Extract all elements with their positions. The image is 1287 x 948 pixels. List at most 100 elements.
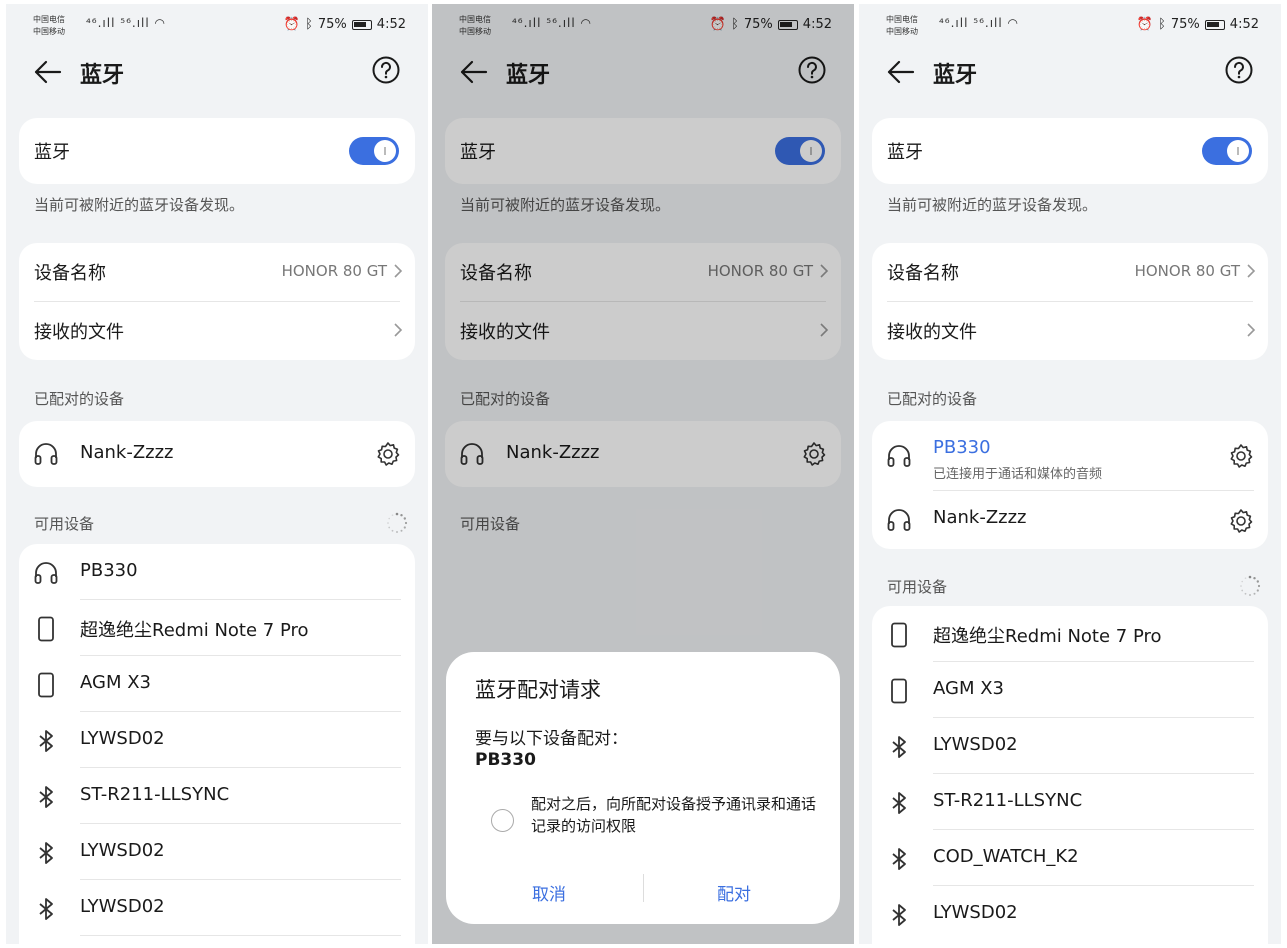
bluetooth-icon bbox=[886, 790, 912, 816]
loading-spinner-icon bbox=[1239, 575, 1261, 597]
carrier-labels: 中国电信 中国移动 bbox=[886, 14, 918, 38]
device-name-label: 设备名称 bbox=[887, 263, 959, 284]
chevron-right-icon bbox=[393, 322, 403, 338]
available-device-row[interactable]: LYWSD02 bbox=[872, 886, 1268, 942]
available-device-row[interactable]: LYWSD02 bbox=[872, 718, 1268, 774]
carrier-2: 中国移动 bbox=[33, 27, 65, 36]
available-device-row[interactable]: AGM X3 bbox=[872, 662, 1268, 718]
bluetooth-icon bbox=[886, 902, 912, 928]
device-name: ST-R211-LLSYNC bbox=[933, 790, 1083, 811]
top-bar: 蓝牙 bbox=[6, 52, 428, 92]
signal-icons: ⁴⁶.ıll ⁵⁶.ıll ◠ bbox=[939, 16, 1019, 30]
clock: 4:52 bbox=[1229, 17, 1259, 32]
device-name: AGM X3 bbox=[80, 672, 151, 693]
battery-icon bbox=[1204, 19, 1225, 30]
chevron-right-icon bbox=[1246, 322, 1256, 338]
device-name: LYWSD02 bbox=[80, 840, 165, 861]
screen-bluetooth-scanning: 中国电信 中国移动 ⁴⁶.ıll ⁵⁶.ıll ◠ ⏰ ᛒ 75% 4:52 蓝… bbox=[6, 4, 428, 944]
dialog-prompt: 要与以下设备配对： bbox=[475, 729, 628, 749]
phone-icon bbox=[886, 622, 912, 648]
available-section-title: 可用设备 bbox=[34, 515, 95, 533]
settings-card: 设备名称 HONOR 80 GT 接收的文件 bbox=[19, 243, 415, 360]
divider bbox=[80, 935, 401, 936]
available-device-row[interactable]: 超逸绝尘Redmi Note 7 Pro bbox=[19, 600, 415, 656]
screen-pairing-dialog: 中国电信 中国移动 ⁴⁶.ıll ⁵⁶.ıll ◠ ⏰ ᛒ 75% 4:52 蓝… bbox=[432, 4, 854, 944]
available-device-row[interactable]: LYWSD02 bbox=[19, 880, 415, 936]
device-name-row[interactable]: 设备名称 HONOR 80 GT bbox=[19, 243, 415, 302]
available-device-row[interactable]: ST-R211-LLSYNC bbox=[872, 774, 1268, 830]
switch-knob bbox=[1227, 140, 1249, 162]
bluetooth-label: 蓝牙 bbox=[887, 142, 923, 163]
headphones-icon bbox=[886, 443, 912, 469]
pair-button[interactable]: 配对 bbox=[717, 880, 751, 905]
status-right: ⏰ ᛒ 75% 4:52 bbox=[284, 17, 406, 32]
bluetooth-label: 蓝牙 bbox=[34, 142, 70, 163]
received-files-label: 接收的文件 bbox=[887, 322, 977, 343]
help-icon[interactable] bbox=[372, 56, 400, 84]
available-devices-card: 超逸绝尘Redmi Note 7 Pro AGM X3 LYWSD02 ST-R… bbox=[872, 606, 1268, 944]
available-device-row[interactable]: LYWSD02 bbox=[19, 712, 415, 768]
status-bar: 中国电信 中国移动 ⁴⁶.ıll ⁵⁶.ıll ◠ ⏰ ᛒ 75% 4:52 bbox=[6, 4, 428, 44]
available-device-row[interactable]: COD_WATCH_K2 bbox=[872, 830, 1268, 886]
signal-1-icon: ⁴⁶.ıll bbox=[86, 16, 116, 30]
device-name: PB330 bbox=[80, 560, 138, 581]
headphones-icon bbox=[33, 560, 59, 586]
paired-device-row[interactable]: Nank-Zzzz bbox=[872, 491, 1268, 549]
available-device-row[interactable]: ST-R211-LLSYNC bbox=[19, 768, 415, 824]
device-name: LYWSD02 bbox=[80, 728, 165, 749]
bluetooth-toggle-row[interactable]: 蓝牙 bbox=[872, 118, 1268, 184]
gear-icon[interactable] bbox=[375, 441, 401, 467]
carrier-labels: 中国电信 中国移动 bbox=[33, 14, 65, 38]
bluetooth-switch[interactable] bbox=[1202, 137, 1252, 165]
bluetooth-icon bbox=[33, 728, 59, 754]
device-status: 已连接用于通话和媒体的音频 bbox=[933, 467, 1103, 482]
device-name-label: 设备名称 bbox=[34, 263, 106, 284]
paired-devices-card: Nank-Zzzz bbox=[19, 421, 415, 487]
wifi-icon: ◠ bbox=[1007, 16, 1020, 30]
device-name: 超逸绝尘Redmi Note 7 Pro bbox=[80, 620, 309, 641]
bluetooth-status-icon: ᛒ bbox=[305, 17, 313, 32]
available-device-row[interactable]: AGM X3 bbox=[19, 656, 415, 712]
paired-device-row-connected[interactable]: PB330 已连接用于通话和媒体的音频 bbox=[872, 421, 1268, 491]
back-arrow-icon[interactable] bbox=[887, 60, 915, 84]
page-title: 蓝牙 bbox=[933, 63, 978, 88]
available-device-row[interactable]: LYWSD02 bbox=[19, 824, 415, 880]
carrier-1: 中国电信 bbox=[886, 15, 918, 24]
device-name: LYWSD02 bbox=[933, 734, 1018, 755]
gear-icon[interactable] bbox=[1228, 508, 1254, 534]
chevron-right-icon bbox=[393, 263, 403, 279]
available-devices-card: PB330 超逸绝尘Redmi Note 7 Pro AGM X3 LYWSD0… bbox=[19, 544, 415, 944]
help-icon[interactable] bbox=[1225, 56, 1253, 84]
paired-section-title: 已配对的设备 bbox=[887, 390, 978, 408]
bluetooth-icon bbox=[33, 896, 59, 922]
paired-device-row[interactable]: Nank-Zzzz bbox=[19, 421, 415, 487]
cancel-button[interactable]: 取消 bbox=[532, 880, 566, 905]
device-name-row[interactable]: 设备名称 HONOR 80 GT bbox=[872, 243, 1268, 302]
alarm-icon: ⏰ bbox=[283, 17, 301, 32]
device-name: PB330 bbox=[933, 437, 991, 458]
device-name: AGM X3 bbox=[933, 678, 1004, 699]
permission-checkbox[interactable] bbox=[491, 809, 514, 832]
available-device-row[interactable]: PB330 bbox=[19, 544, 415, 600]
phone-icon bbox=[33, 616, 59, 642]
clock: 4:52 bbox=[376, 17, 406, 32]
device-name: 超逸绝尘Redmi Note 7 Pro bbox=[933, 626, 1162, 647]
back-arrow-icon[interactable] bbox=[34, 60, 62, 84]
discoverable-text: 当前可被附近的蓝牙设备发现。 bbox=[887, 196, 1098, 214]
bluetooth-icon bbox=[33, 784, 59, 810]
headphones-icon bbox=[33, 441, 59, 467]
carrier-1: 中国电信 bbox=[33, 15, 65, 24]
dialog-device-name: PB330 bbox=[475, 750, 536, 770]
received-files-row[interactable]: 接收的文件 bbox=[872, 302, 1268, 360]
gear-icon[interactable] bbox=[1228, 443, 1254, 469]
available-device-row[interactable]: 超逸绝尘Redmi Note 7 Pro bbox=[872, 606, 1268, 662]
switch-knob bbox=[374, 140, 396, 162]
device-name: LYWSD02 bbox=[933, 902, 1018, 923]
battery-percent: 75% bbox=[1170, 17, 1200, 32]
bluetooth-switch[interactable] bbox=[349, 137, 399, 165]
bluetooth-toggle-row[interactable]: 蓝牙 bbox=[19, 118, 415, 184]
button-separator bbox=[643, 874, 644, 902]
signal-2-icon: ⁵⁶.ıll bbox=[973, 16, 1003, 30]
signal-icons: ⁴⁶.ıll ⁵⁶.ıll ◠ bbox=[86, 16, 166, 30]
received-files-row[interactable]: 接收的文件 bbox=[19, 302, 415, 360]
